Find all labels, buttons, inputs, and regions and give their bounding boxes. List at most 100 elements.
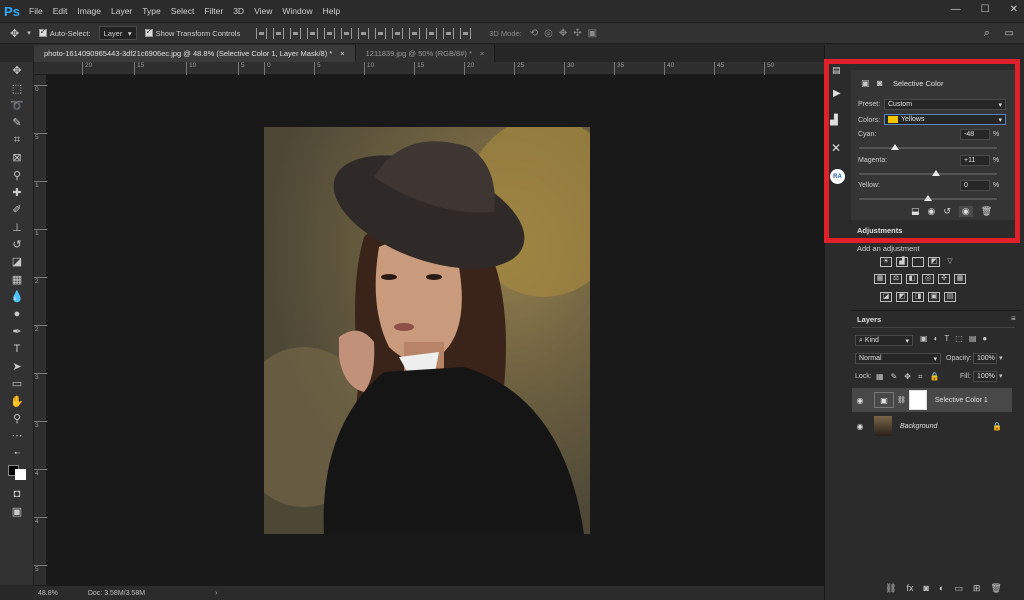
vibrance-icon[interactable]: ▽ [944, 258, 956, 268]
filter-adjustment-icon[interactable]: ◐ [934, 334, 939, 343]
menu-image[interactable]: Image [72, 6, 106, 16]
black-white-icon[interactable]: ◧ [906, 274, 918, 284]
lock-artboard-icon[interactable]: ⌗ [918, 372, 923, 382]
maximize-button[interactable]: ☐ [981, 4, 990, 15]
menu-view[interactable]: View [249, 6, 277, 16]
layer-filter-dropdown[interactable]: ⌕ Kind ▾ [855, 335, 913, 346]
align-left-icon[interactable] [307, 27, 319, 39]
new-layer-icon[interactable]: ⊞ [973, 583, 981, 594]
posterize-icon[interactable]: ◩ [896, 292, 908, 302]
distribute-middle-icon[interactable] [375, 27, 387, 39]
zoom-tool-icon[interactable]: ⚲ [0, 410, 34, 427]
color-swatches[interactable] [0, 462, 34, 481]
quick-mask-icon[interactable]: ◘ [0, 485, 34, 502]
type-tool-icon[interactable]: T [0, 340, 34, 357]
eyedropper-tool-icon[interactable]: ⚲ [0, 166, 34, 183]
menu-edit[interactable]: Edit [48, 6, 73, 16]
delete-layer-icon[interactable]: 🗑 [990, 583, 1001, 594]
filter-toggle-icon[interactable]: ● [982, 334, 987, 343]
link-layers-icon[interactable]: ⛓ [885, 583, 896, 594]
filter-shape-icon[interactable]: ⬚ [955, 334, 963, 343]
channel-mixer-icon[interactable]: ✣ [938, 274, 950, 284]
status-arrow-icon[interactable]: › [215, 590, 217, 597]
more-tools-icon[interactable]: ⋯ [0, 427, 34, 444]
crop-tool-icon[interactable]: ⌗ [0, 132, 34, 149]
distribute-top-icon[interactable] [358, 27, 370, 39]
fill-input[interactable]: 100% [973, 371, 997, 382]
menu-3d[interactable]: 3D [228, 6, 249, 16]
healing-brush-icon[interactable]: ✚ [0, 184, 34, 201]
lock-image-icon[interactable]: ✎ [891, 372, 898, 382]
brightness-icon[interactable]: ☀ [880, 257, 892, 267]
align-center-icon[interactable] [324, 27, 336, 39]
distribute-right-icon[interactable] [443, 27, 455, 39]
visibility-eye-icon[interactable]: ◉ [852, 422, 868, 431]
menu-window[interactable]: Window [277, 6, 317, 16]
show-transform-checkbox[interactable]: Show Transform Controls [144, 27, 240, 38]
lock-all-icon[interactable]: 🔒 [929, 372, 939, 382]
align-bottom-icon[interactable] [290, 27, 302, 39]
move-tool-icon[interactable]: ✥ [10, 27, 19, 40]
path-select-icon[interactable]: ➤ [0, 358, 34, 375]
history-brush-icon[interactable]: ↺ [0, 236, 34, 253]
curves-icon[interactable]: ⌒ [912, 257, 924, 267]
quick-select-tool-icon[interactable]: ✎ [0, 114, 34, 131]
marquee-tool-icon[interactable]: ⬚ [0, 79, 34, 96]
layer-name[interactable]: Selective Color 1 [935, 397, 988, 404]
default-colors-icon[interactable]: ▪▫ [0, 445, 34, 462]
distribute-center-icon[interactable] [426, 27, 438, 39]
photo-filter-icon[interactable]: ◎ [922, 274, 934, 284]
tab-document-2[interactable]: 1211839.jpg @ 50% (RGB/8#) * × [355, 45, 496, 62]
hand-tool-icon[interactable]: ✋ [0, 392, 34, 409]
workspace-icon[interactable]: ▭ [1005, 28, 1014, 39]
exposure-icon[interactable]: ◩ [928, 257, 940, 267]
layer-row[interactable]: ◉ ▣ ⛓ Selective Color 1 [852, 388, 1012, 412]
menu-layer[interactable]: Layer [106, 6, 137, 16]
shape-tool-icon[interactable]: ▭ [0, 375, 34, 392]
eraser-tool-icon[interactable]: ◪ [0, 253, 34, 270]
menu-filter[interactable]: Filter [199, 6, 228, 16]
menu-select[interactable]: Select [166, 6, 200, 16]
selective-color-icon[interactable]: ▣ [928, 292, 940, 302]
3d-mode-tools-icon[interactable]: ⟲◎✥✣▣ [530, 28, 603, 39]
document-photo[interactable] [264, 127, 590, 534]
auto-select-checkbox[interactable]: Auto-Select: [38, 27, 91, 38]
color-balance-icon[interactable]: ⚖ [890, 274, 902, 284]
menu-file[interactable]: File [24, 6, 48, 16]
tool-preset-chevron-icon[interactable]: ▾ [27, 29, 31, 37]
layers-tab[interactable]: Layers [857, 315, 881, 324]
blend-mode-dropdown[interactable]: Normal ▾ [855, 353, 941, 364]
opacity-input[interactable]: 100% [973, 353, 997, 364]
auto-align-icon[interactable] [460, 27, 472, 39]
align-middle-icon[interactable] [273, 27, 285, 39]
close-tab-icon[interactable]: × [480, 49, 484, 58]
lasso-tool-icon[interactable]: ➰ [0, 97, 34, 114]
layer-name[interactable]: Background [900, 423, 937, 430]
layer-mask-thumbnail[interactable] [908, 390, 927, 410]
minimize-button[interactable]: — [951, 4, 961, 15]
filter-type-icon[interactable]: T [944, 334, 949, 343]
new-adjustment-icon[interactable]: ◐ [939, 583, 944, 594]
zoom-level[interactable]: 48.8% [38, 590, 58, 597]
gradient-tool-icon[interactable]: ▦ [0, 271, 34, 288]
gradient-map-icon[interactable]: ▤ [944, 292, 956, 302]
threshold-icon[interactable]: ◨ [912, 292, 924, 302]
close-tab-icon[interactable]: × [340, 49, 344, 58]
align-right-icon[interactable] [341, 27, 353, 39]
link-icon[interactable]: ⛓ [897, 396, 906, 404]
stamp-tool-icon[interactable]: ⊥ [0, 219, 34, 236]
panel-menu-icon[interactable]: ≡ [1011, 314, 1016, 323]
dodge-tool-icon[interactable]: ● [0, 305, 34, 322]
hue-saturation-icon[interactable]: ▦ [874, 274, 886, 284]
pen-tool-icon[interactable]: ✒ [0, 323, 34, 340]
distribute-bottom-icon[interactable] [392, 27, 404, 39]
tab-document-1[interactable]: photo-1614090965443-3df21c6906ec.jpg @ 4… [34, 45, 356, 62]
filter-smart-icon[interactable]: ▤ [969, 334, 977, 343]
distribute-left-icon[interactable] [409, 27, 421, 39]
brush-tool-icon[interactable]: ✐ [0, 201, 34, 218]
auto-select-dropdown[interactable]: Layer ▾ [98, 26, 137, 40]
new-group-icon[interactable]: ▭ [954, 583, 963, 594]
filter-pixel-icon[interactable]: ▣ [920, 334, 928, 343]
layer-row[interactable]: ◉ Background 🔒 [852, 414, 1012, 438]
blur-tool-icon[interactable]: 💧 [0, 288, 34, 305]
